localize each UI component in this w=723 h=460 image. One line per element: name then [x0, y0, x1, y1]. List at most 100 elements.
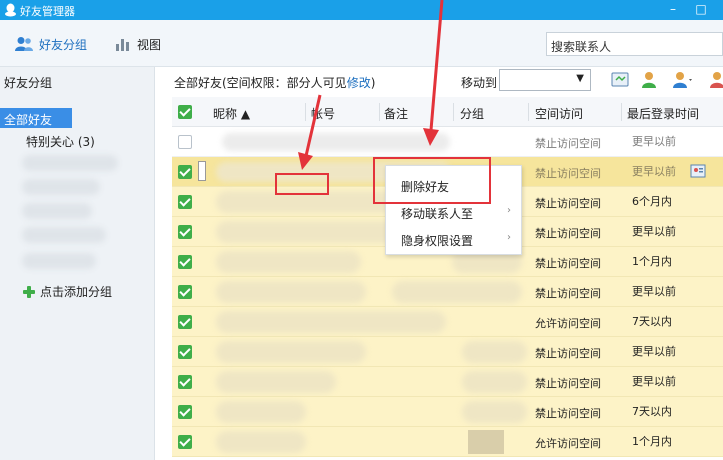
- last-login-cell: 更早以前: [632, 165, 676, 178]
- blurred-contact: [216, 341, 366, 363]
- blurred-contact: [216, 281, 366, 303]
- add-group-label: 点击添加分组: [40, 285, 113, 299]
- row-checkbox[interactable]: [178, 225, 192, 239]
- toolbar: 好友分组 视图 搜索联系人: [0, 20, 723, 67]
- minimize-button[interactable]: –: [665, 2, 681, 17]
- permission-text: 全部好友(空间权限：部分人可见修改): [174, 76, 376, 90]
- table-row[interactable]: 禁止访问空间 更早以前: [172, 337, 723, 367]
- chevron-right-icon: ›: [507, 232, 511, 243]
- add-group-button[interactable]: 点击添加分组: [22, 283, 112, 300]
- space-access-cell: 禁止访问空间: [535, 197, 601, 210]
- row-checkbox[interactable]: [178, 255, 192, 269]
- blurred-contact: [216, 401, 306, 423]
- col-account[interactable]: 帐号: [311, 105, 335, 122]
- row-checkbox[interactable]: [178, 315, 192, 329]
- title-bar: 好友管理器 – □: [0, 0, 723, 20]
- blurred-group: [22, 203, 92, 219]
- view-button[interactable]: 视图: [114, 35, 161, 53]
- col-space-access[interactable]: 空间访问: [535, 105, 583, 122]
- table-row[interactable]: 禁止访问空间 更早以前: [172, 367, 723, 397]
- list-header-bar: 全部好友(空间权限：部分人可见修改) 移动到 ▼: [155, 67, 723, 97]
- view-label: 视图: [137, 37, 162, 52]
- blurred-group: [22, 155, 118, 171]
- last-login-cell: 更早以前: [632, 375, 676, 388]
- space-access-cell: 禁止访问空间: [535, 167, 601, 180]
- export-icon[interactable]: [610, 70, 630, 90]
- space-access-cell: 禁止访问空间: [535, 227, 601, 240]
- blurred-group-cell: [462, 371, 527, 393]
- row-checkbox[interactable]: [178, 345, 192, 359]
- friend-group-label: 好友分组: [39, 37, 88, 52]
- chevron-right-icon: ›: [507, 205, 511, 216]
- col-remark[interactable]: 备注: [384, 105, 408, 122]
- dropdown-caret-icon: ▼: [576, 73, 584, 84]
- last-login-cell: 6个月内: [632, 195, 672, 208]
- friends-icon: [15, 37, 33, 51]
- row-checkbox[interactable]: [178, 375, 192, 389]
- column-divider: [305, 103, 306, 121]
- add-friend-icon[interactable]: [640, 70, 660, 90]
- column-divider: [453, 103, 454, 121]
- space-access-cell: 允许访问空间: [535, 317, 601, 330]
- column-divider: [528, 103, 529, 121]
- table-row[interactable]: 禁止访问空间 7天以内: [172, 397, 723, 427]
- table-header: 昵称 ▲ 帐号 备注 分组 空间访问 最后登录时间: [172, 97, 723, 127]
- row-checkbox[interactable]: [178, 165, 192, 179]
- space-access-cell: 禁止访问空间: [535, 137, 601, 150]
- blurred-group-cell: [462, 341, 527, 363]
- row-checkbox[interactable]: [178, 405, 192, 419]
- last-login-cell: 更早以前: [632, 285, 676, 298]
- friend-group-button[interactable]: 好友分组: [14, 35, 87, 53]
- last-login-cell: 更早以前: [632, 345, 676, 358]
- plus-icon: [23, 285, 35, 298]
- friends-table: 昵称 ▲ 帐号 备注 分组 空间访问 最后登录时间 禁止访问空间 更早以前 禁止…: [172, 97, 723, 460]
- blurred-group: [22, 253, 96, 269]
- last-login-cell: 7天以内: [632, 405, 672, 418]
- column-divider: [621, 103, 622, 121]
- space-access-cell: 允许访问空间: [535, 437, 601, 450]
- blurred-contact: [222, 133, 450, 151]
- table-row[interactable]: 允许访问空间 1个月内: [172, 427, 723, 457]
- sidebar-item-all-friends[interactable]: 全部好友: [0, 108, 72, 128]
- last-login-cell: 更早以前: [632, 135, 676, 148]
- space-access-cell: 禁止访问空间: [535, 287, 601, 300]
- remove-friend-icon[interactable]: [708, 70, 723, 90]
- modify-permission-link[interactable]: 修改: [347, 76, 371, 90]
- blurred-contact: [216, 251, 361, 273]
- profile-card-icon[interactable]: [690, 163, 706, 179]
- space-access-cell: 禁止访问空间: [535, 347, 601, 360]
- window-title: 好友管理器: [20, 5, 75, 18]
- qq-logo-icon: [5, 3, 16, 17]
- blurred-contact: [216, 371, 336, 393]
- table-row[interactable]: 禁止访问空间 更早以前: [172, 127, 723, 157]
- col-last-login[interactable]: 最后登录时间: [627, 105, 699, 122]
- row-checkbox[interactable]: [178, 135, 192, 149]
- search-input[interactable]: 搜索联系人: [546, 32, 723, 56]
- space-access-cell: 禁止访问空间: [535, 257, 601, 270]
- last-login-cell: 1个月内: [632, 435, 672, 448]
- privacy-settings-menu-item[interactable]: 隐身权限设置 ›: [386, 224, 523, 254]
- blurred-group-cell: [462, 401, 527, 423]
- last-login-cell: 7天以内: [632, 315, 672, 328]
- sidebar-item-special[interactable]: 特别关心 (3): [26, 133, 95, 150]
- blurred-contact: [216, 431, 306, 453]
- chart-view-icon: [116, 39, 129, 51]
- row-checkbox[interactable]: [178, 435, 192, 449]
- sidebar-header: 好友分组: [4, 76, 53, 90]
- col-group[interactable]: 分组: [460, 105, 484, 122]
- move-to-label: 移动到: [461, 76, 498, 90]
- column-divider: [379, 103, 380, 121]
- select-all-checkbox[interactable]: [178, 105, 192, 119]
- space-access-cell: 禁止访问空间: [535, 407, 601, 420]
- table-row[interactable]: 禁止访问空间 更早以前: [172, 277, 723, 307]
- row-checkbox[interactable]: [178, 285, 192, 299]
- manage-friend-icon[interactable]: [671, 70, 695, 90]
- blurred-group: [22, 179, 100, 195]
- col-nickname[interactable]: 昵称 ▲: [213, 105, 250, 122]
- blurred-remark: [392, 281, 522, 303]
- table-row[interactable]: 允许访问空间 7天以内: [172, 307, 723, 337]
- row-checkbox[interactable]: [178, 195, 192, 209]
- move-to-dropdown[interactable]: ▼: [499, 69, 591, 91]
- blurred-contact: [216, 311, 446, 333]
- maximize-button[interactable]: □: [693, 2, 709, 17]
